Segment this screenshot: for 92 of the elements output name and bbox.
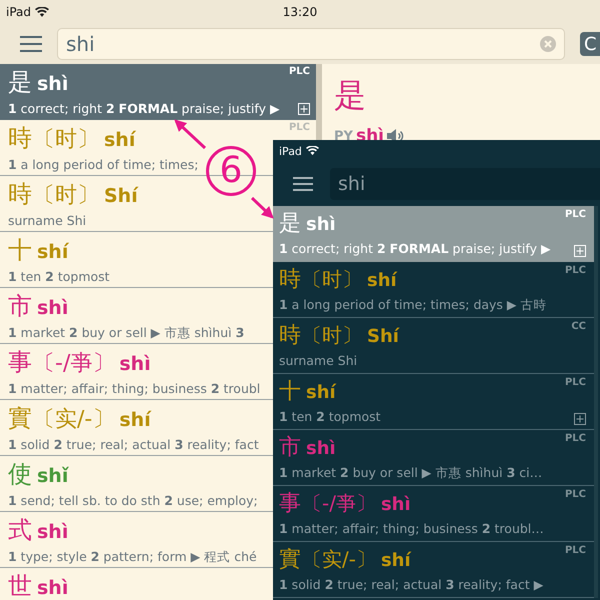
pinyin-text: shí	[380, 550, 411, 571]
headword: 十	[279, 378, 301, 406]
entry-row[interactable]: 事〔-/亊〕 shì 1 matter; affair; thing; business 2 troubl… PLC	[273, 486, 594, 542]
definition-text: 1 solid 2 true; real; actual 3 reality; fact ▶	[279, 577, 544, 592]
device-name: iPad	[279, 144, 302, 158]
headword: 市	[279, 434, 301, 462]
headword: 世	[8, 571, 32, 600]
headword: 使	[8, 459, 32, 490]
search-field[interactable]: shi	[330, 168, 600, 200]
pinyin-text: shì	[37, 297, 68, 319]
pinyin-text: shí	[119, 409, 151, 431]
entry-row[interactable]: 實〔实/-〕 shí 1 solid 2 true; real; actual 3 reality; fact ▶ PLC	[273, 542, 594, 598]
pinyin-text: shì	[306, 438, 336, 459]
variant-text: 〔时〕	[33, 126, 99, 154]
pinyin-text: shí	[104, 129, 136, 151]
source-label: PLC	[564, 433, 586, 444]
entry-row[interactable]: 十 shí 1 ten 2 topmost PLC	[273, 374, 594, 430]
pinyin-text: shì	[380, 494, 411, 515]
headword: 實	[279, 546, 301, 574]
pinyin-text: shí	[37, 241, 68, 263]
expand-icon[interactable]	[574, 413, 586, 425]
definition-text: 1 correct; right 2 FORMAL praise; justify ▶	[279, 241, 551, 256]
headword: 時	[279, 322, 301, 350]
entry-row[interactable]: 是 shì 1 correct; right 2 FORMAL praise; justify ▶ PLC	[273, 206, 594, 262]
entry-row[interactable]: 時〔时〕 Shí surname Shi CC	[273, 318, 594, 374]
pinyin-text: Shí	[367, 326, 399, 347]
definition-text: 1 ten 2 topmost	[8, 269, 110, 284]
definition-text: 1 matter; affair; thing; business 2 troubl	[8, 381, 260, 396]
definition-text: 1 market 2 buy or sell ▶ 市惠 shìhuì 3 ci…	[279, 465, 542, 482]
pinyin-label: PY	[334, 128, 353, 144]
headword: 十	[8, 235, 32, 266]
wifi-icon	[35, 6, 50, 18]
menu-icon[interactable]	[20, 36, 42, 52]
entry-row[interactable]: 是 shì 1 correct; right 2 FORMAL praise; justify ▶ PLC	[0, 64, 316, 120]
headword: 時	[279, 266, 301, 294]
pinyin-text: shì	[37, 73, 68, 95]
pinyin-text: shí	[306, 382, 336, 403]
menu-icon[interactable]	[293, 177, 313, 191]
pinyin-text: shì	[37, 521, 68, 543]
speaker-icon[interactable]	[387, 129, 406, 143]
side-button[interactable]: C	[580, 32, 600, 56]
variant-text: 〔-/亊〕	[33, 350, 114, 378]
headword: 實	[8, 403, 32, 434]
source-label: PLC	[564, 489, 586, 500]
headword: 時	[8, 179, 32, 210]
definition-text: surname Shi	[279, 353, 358, 368]
wifi-icon	[306, 146, 319, 156]
definition-text: surname Shi	[8, 213, 86, 228]
source-label: PLC	[564, 209, 586, 220]
source-label: PLC	[288, 122, 310, 133]
headword: 事	[279, 490, 301, 518]
headword: 事	[8, 347, 32, 378]
step-number: 6	[206, 146, 256, 196]
headword: 時	[8, 123, 32, 154]
headword: 是	[279, 210, 301, 238]
definition-text: 1 matter; affair; thing; business 2 troubl…	[279, 521, 544, 536]
search-field[interactable]: shi	[57, 28, 565, 60]
headword: 是	[334, 75, 366, 116]
variant-text: 〔时〕	[302, 322, 362, 349]
entry-row[interactable]: 時〔时〕 shí 1 a long period of time; times; days ▶ 古時 PLC	[273, 262, 594, 318]
definition-text: 1 a long period of time; times;	[8, 157, 198, 172]
definition-text: 1 market 2 buy or sell ▶ 市惠 shìhuì 3	[8, 325, 244, 342]
variant-text: 〔时〕	[33, 182, 99, 210]
pinyin-text: shì	[37, 577, 68, 599]
definition-text: 1 solid 2 true; real; actual 3 reality; fact	[8, 437, 259, 452]
definition-text: 1 a long period of time; times; days ▶ 古時	[279, 297, 547, 314]
definition-text: 1 send; tell sb. to do sth 2 use; employ;	[8, 493, 258, 508]
pinyin-text: shǐ	[37, 465, 68, 487]
annotation-arrow	[250, 196, 274, 219]
source-label: PLC	[288, 66, 310, 77]
headword: 市	[8, 291, 32, 322]
variant-text: 〔实/-〕	[33, 406, 114, 434]
annotation-arrow	[174, 119, 206, 150]
definition-text: 1 correct; right 2 FORMAL praise; justify ▶	[8, 101, 280, 116]
pinyin-text: shì	[306, 214, 336, 235]
definition-text: 1 type; style 2 pattern; form ▶ 程式 ché	[8, 549, 257, 566]
headword: 式	[8, 515, 32, 546]
source-label: PLC	[564, 377, 586, 388]
pinyin-text: Shí	[104, 185, 138, 207]
entry-row[interactable]: 市 shì 1 market 2 buy or sell ▶ 市惠 shìhuì 3 ci… PLC	[273, 430, 594, 486]
source-label: PLC	[564, 265, 586, 276]
source-label: PLC	[564, 545, 586, 556]
source-label: CC	[571, 321, 586, 332]
pinyin-text: shì	[119, 353, 151, 375]
pinyin-text: shí	[367, 270, 397, 291]
variant-text: 〔实/-〕	[302, 546, 376, 573]
variant-text: 〔-/亊〕	[302, 490, 376, 517]
headword: 是	[8, 67, 32, 98]
definition-text: 1 ten 2 topmost	[279, 409, 381, 424]
variant-text: 〔时〕	[302, 266, 362, 293]
device-name: iPad	[6, 5, 32, 19]
clock-time: 13:20	[282, 5, 318, 19]
